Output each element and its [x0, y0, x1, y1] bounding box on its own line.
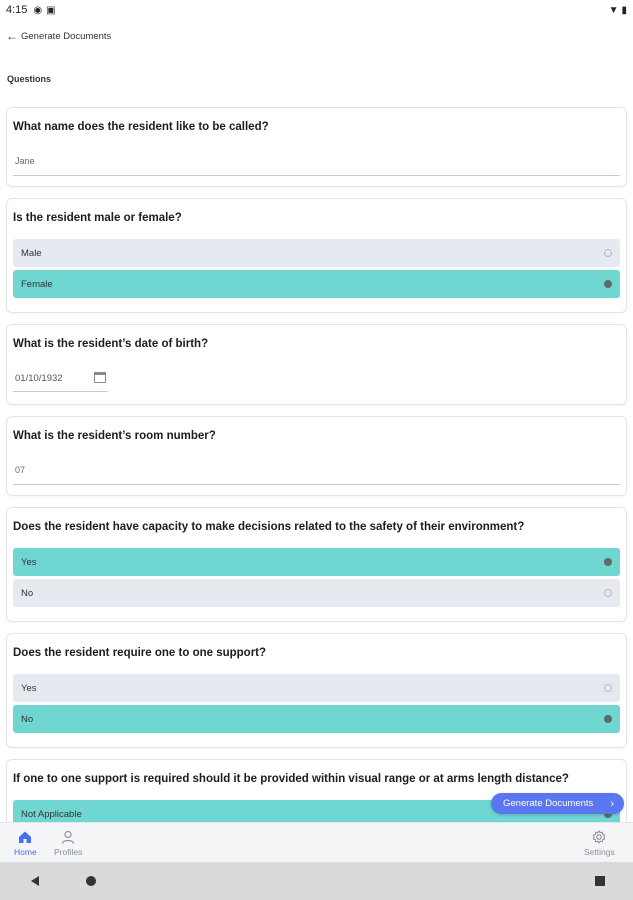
- option-label: Yes: [21, 556, 37, 568]
- chevron-right-icon: ›: [610, 797, 614, 810]
- back-label: Generate Documents: [21, 30, 112, 42]
- back-arrow-icon: ←: [6, 29, 18, 43]
- nav-home[interactable]: Home: [14, 829, 37, 857]
- system-back-icon[interactable]: [29, 874, 41, 892]
- option-label: No: [21, 713, 34, 725]
- radio-selected-icon: [604, 715, 612, 723]
- question-card: Does the resident have capacity to make …: [6, 507, 627, 622]
- question-card: What name does the resident like to be c…: [6, 107, 627, 187]
- option-female[interactable]: Female: [13, 270, 620, 298]
- option-male[interactable]: Male: [13, 239, 620, 267]
- radio-selected-icon: [604, 558, 612, 566]
- radio-unselected-icon: [604, 684, 612, 692]
- question-text: If one to one support is required should…: [13, 773, 569, 785]
- date-of-birth-input[interactable]: 01/10/1932: [13, 366, 108, 392]
- wifi-icon: ▼: [608, 4, 619, 16]
- nav-profiles[interactable]: Profiles: [54, 829, 82, 857]
- question-text: What is the resident’s room number?: [13, 430, 216, 442]
- preferred-name-input[interactable]: Jane: [13, 150, 620, 176]
- nav-home-label: Home: [14, 847, 37, 857]
- question-card: What is the resident’s date of birth? 01…: [6, 324, 627, 405]
- question-text: Does the resident have capacity to make …: [13, 521, 525, 533]
- status-bar: 4:15 ◉ ▣ ▼ ▮: [0, 0, 633, 20]
- question-card: Does the resident require one to one sup…: [6, 633, 627, 748]
- nav-settings-label: Settings: [584, 847, 615, 857]
- question-card: What is the resident’s room number? 07: [6, 416, 627, 496]
- system-home-icon[interactable]: [85, 874, 97, 892]
- question-text: What is the resident’s date of birth?: [13, 338, 209, 350]
- option-no[interactable]: No: [13, 705, 620, 733]
- option-label: No: [21, 587, 34, 599]
- person-icon: [61, 829, 75, 845]
- question-card: Is the resident male or female? Male Fem…: [6, 198, 627, 313]
- option-label: Not Applicable: [21, 808, 82, 820]
- sync-icon: ◉: [33, 4, 43, 16]
- system-nav-bar: [0, 862, 633, 900]
- date-value: 01/10/1932: [15, 373, 63, 384]
- question-text: What name does the resident like to be c…: [13, 121, 269, 133]
- question-text: Does the resident require one to one sup…: [13, 647, 267, 659]
- radio-unselected-icon: [604, 589, 612, 597]
- option-yes[interactable]: Yes: [13, 548, 620, 576]
- option-label: Yes: [21, 682, 37, 694]
- radio-unselected-icon: [604, 249, 612, 257]
- back-button[interactable]: ← Generate Documents: [6, 30, 111, 42]
- nav-settings[interactable]: Settings: [584, 829, 615, 857]
- calendar-icon[interactable]: [94, 372, 106, 383]
- nav-profiles-label: Profiles: [54, 847, 83, 857]
- bottom-nav: Home Profiles Settings: [0, 822, 633, 862]
- gear-icon: [592, 829, 606, 845]
- question-text: Is the resident male or female?: [13, 212, 182, 224]
- home-icon: [18, 829, 32, 845]
- section-title: Questions: [7, 74, 52, 84]
- room-number-input[interactable]: 07: [13, 459, 620, 485]
- option-label: Male: [21, 247, 42, 259]
- status-time: 4:15: [6, 4, 28, 16]
- option-yes[interactable]: Yes: [13, 674, 620, 702]
- sim-icon: ▣: [46, 4, 56, 16]
- system-recents-icon[interactable]: [594, 874, 606, 892]
- generate-documents-label: Generate Documents: [503, 798, 594, 809]
- generate-documents-button[interactable]: Generate Documents ›: [491, 793, 624, 814]
- screen: 4:15 ◉ ▣ ▼ ▮ ← Generate Documents Questi…: [0, 0, 633, 900]
- option-label: Female: [21, 278, 53, 290]
- battery-icon: ▮: [621, 4, 627, 16]
- radio-selected-icon: [604, 280, 612, 288]
- option-no[interactable]: No: [13, 579, 620, 607]
